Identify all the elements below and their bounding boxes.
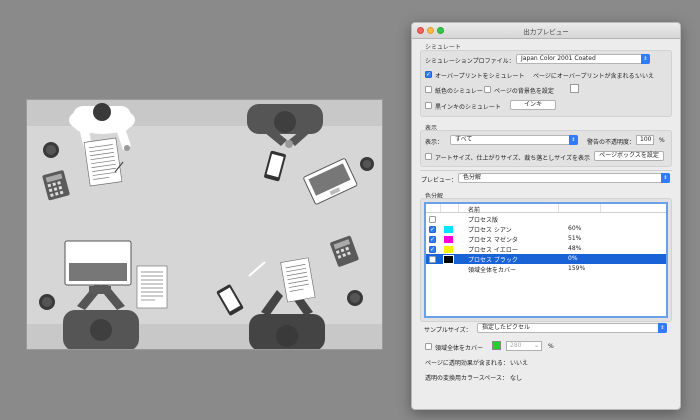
- table-header: 名前: [426, 204, 666, 214]
- ink-color-swatch: [444, 245, 453, 253]
- preview-select-value: 色分解: [463, 174, 482, 181]
- ink-color-swatch: [444, 235, 453, 243]
- separation-name: 領域全体をカバー: [468, 267, 517, 274]
- table-row[interactable]: プロセス シアン 60%: [426, 224, 666, 234]
- overprint-checkbox[interactable]: [425, 71, 432, 78]
- table-row[interactable]: プロセス ブラック 0%: [426, 254, 666, 264]
- separation-value: 48%: [568, 245, 582, 252]
- separation-visible-checkbox[interactable]: [429, 215, 436, 223]
- coffee-cup-icon: [347, 290, 363, 306]
- table-row[interactable]: プロセス イエロー 48%: [426, 244, 666, 254]
- table-row[interactable]: プロセス版: [426, 214, 666, 224]
- warning-opacity-label: 警告の不透明度：: [587, 139, 636, 146]
- warning-opacity-unit: %: [659, 137, 665, 144]
- panel-titlebar[interactable]: 出力プレビュー: [412, 23, 680, 39]
- separation-visible-checkbox[interactable]: [429, 225, 436, 233]
- office-illustration: [27, 100, 382, 349]
- profile-select[interactable]: Japan Color 2001 Coated ⇕: [516, 54, 650, 64]
- total-area-checkbox[interactable]: [425, 343, 432, 350]
- coffee-cup-icon: [39, 294, 55, 310]
- blend-space-value: なし: [510, 375, 523, 382]
- black-ink-label: 黒インキのシミュレート: [435, 104, 501, 111]
- separation-name: プロセス版: [468, 217, 499, 224]
- chevron-updown-icon: ⇕: [569, 135, 578, 145]
- separation-value: 60%: [568, 225, 582, 232]
- ink-color-swatch: [444, 225, 453, 233]
- table-row[interactable]: 領域全体をカバー 159%: [426, 264, 666, 274]
- ink-color-swatch: [443, 254, 454, 264]
- overprint-label: オーバープリントをシミュレート: [435, 73, 525, 80]
- separation-visible-checkbox[interactable]: [429, 235, 436, 243]
- paper-color-checkbox[interactable]: [425, 86, 432, 93]
- divider: [420, 170, 672, 171]
- total-area-field[interactable]: 280 ⌄: [506, 341, 542, 351]
- transparency-label: ページに透明効果が含まれる：: [425, 360, 509, 367]
- document-preview: [26, 99, 383, 350]
- separation-value: 159%: [568, 265, 586, 272]
- chevron-updown-icon: ⇕: [641, 54, 650, 64]
- blend-space-label: 透明の変換用カラースペース：: [425, 375, 508, 382]
- paper-color-label: 紙色のシミュレート: [435, 88, 489, 95]
- coffee-cup-icon: [360, 157, 374, 171]
- document-icon: [136, 265, 168, 309]
- page-overprint-label: ページにオーバープリントが含まれる：: [533, 73, 641, 80]
- sample-size-label: サンプルサイズ：: [424, 327, 472, 334]
- table-row[interactable]: プロセス マゼンタ 51%: [426, 234, 666, 244]
- bg-color-checkbox[interactable]: [484, 86, 491, 93]
- chevron-updown-icon: ⇕: [658, 323, 667, 333]
- sample-size-select[interactable]: 指定したピクセル ⇕: [477, 323, 667, 333]
- sample-size-value: 指定したピクセル: [482, 324, 531, 331]
- warning-opacity-field[interactable]: 100: [636, 135, 654, 145]
- total-area-label: 領域全体をカバー: [435, 345, 484, 352]
- transparency-value: いいえ: [510, 360, 529, 367]
- coffee-cup-icon: [43, 142, 59, 158]
- panel-title: 出力プレビュー: [523, 28, 569, 36]
- show-select-value: すべて: [455, 136, 473, 143]
- chevron-updown-icon: ⇕: [661, 173, 670, 183]
- document-icon: [83, 137, 123, 187]
- profile-label: シミュレーションプロファイル：: [425, 58, 515, 65]
- name-column-header[interactable]: 名前: [468, 205, 480, 214]
- separation-name: プロセス マゼンタ: [468, 237, 518, 244]
- total-area-unit: %: [548, 343, 554, 350]
- show-label: 表示：: [425, 139, 444, 146]
- page-overprint-value: いいえ: [636, 73, 655, 80]
- separation-visible-checkbox[interactable]: [429, 245, 436, 253]
- preview-select[interactable]: 色分解 ⇕: [458, 173, 670, 183]
- art-size-checkbox[interactable]: [425, 153, 432, 160]
- preview-label: プレビュー：: [421, 177, 458, 184]
- ink-button[interactable]: インキ: [510, 100, 556, 110]
- separation-name: プロセス イエロー: [468, 247, 518, 254]
- separation-visible-checkbox[interactable]: [429, 255, 436, 263]
- art-size-label: アートサイズ、仕上がりサイズ、裁ち落としサイズを表示: [435, 155, 590, 162]
- page-box-button[interactable]: ページボックスを設定: [594, 151, 664, 161]
- black-ink-checkbox[interactable]: [425, 102, 432, 109]
- separations-table[interactable]: 名前 プロセス版プロセス シアン 60% プロセス マゼンタ 51% プロセス イエロー…: [424, 202, 668, 318]
- separation-name: プロセス ブラック: [468, 257, 518, 264]
- total-area-value: 280: [510, 342, 522, 349]
- profile-select-value: Japan Color 2001 Coated: [521, 55, 596, 62]
- separation-name: プロセス シアン: [468, 227, 512, 234]
- show-select[interactable]: すべて ⇕: [450, 135, 578, 145]
- separation-value: 51%: [568, 235, 582, 242]
- bg-color-label: ページの背景色を設定: [494, 88, 554, 95]
- bg-color-swatch[interactable]: [570, 84, 579, 93]
- total-area-color-swatch[interactable]: [492, 341, 501, 350]
- separation-value: 0%: [568, 255, 578, 262]
- chevron-down-icon: ⌄: [533, 342, 539, 349]
